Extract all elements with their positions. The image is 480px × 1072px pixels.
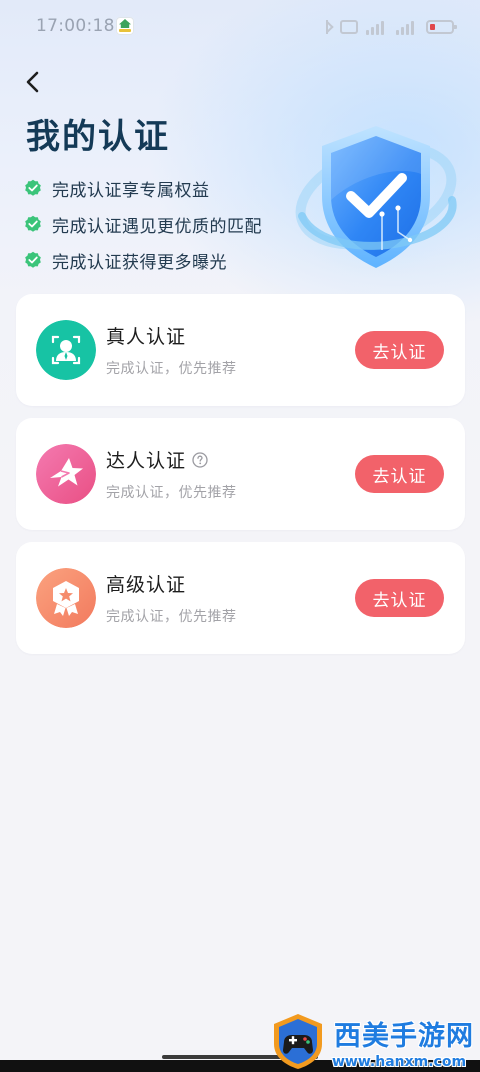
benefit-item: 完成认证享专属权益 bbox=[24, 170, 262, 206]
help-icon[interactable] bbox=[192, 451, 208, 468]
back-button[interactable] bbox=[16, 64, 52, 100]
benefit-text: 完成认证获得更多曝光 bbox=[52, 252, 227, 273]
cert-title-row: 达人认证 bbox=[106, 446, 208, 473]
star-icon bbox=[36, 444, 96, 504]
signal-icon bbox=[396, 19, 418, 35]
signal-icon bbox=[366, 19, 388, 35]
chevron-left-icon bbox=[26, 71, 39, 93]
app-notification-icon bbox=[116, 17, 134, 35]
badge-icon bbox=[36, 568, 96, 628]
page-title: 我的认证 bbox=[26, 117, 170, 157]
cert-card-advanced: 高级认证 完成认证，优先推荐 去认证 bbox=[16, 542, 465, 654]
cert-subtitle: 完成认证，优先推荐 bbox=[106, 485, 237, 501]
watermark-name: 西美手游网 bbox=[334, 1021, 474, 1052]
benefits-list: 完成认证享专属权益 完成认证遇见更优质的匹配 完成认证获得更多曝光 bbox=[24, 170, 262, 278]
cert-title: 真人认证 bbox=[106, 326, 187, 348]
certification-list: 真人认证 完成认证，优先推荐 去认证 达人认证 完成认证，优先推荐 去认证 高级… bbox=[16, 294, 465, 666]
verify-button[interactable]: 去认证 bbox=[355, 331, 444, 369]
verify-button[interactable]: 去认证 bbox=[355, 579, 444, 617]
check-circle-icon bbox=[25, 215, 41, 232]
cert-title: 高级认证 bbox=[106, 574, 187, 596]
cert-subtitle: 完成认证，优先推荐 bbox=[106, 609, 237, 625]
benefit-text: 完成认证遇见更优质的匹配 bbox=[52, 216, 262, 237]
battery-icon bbox=[426, 20, 457, 34]
page: 17:00:18 我的认证 完成认证享专属权益 完成认证遇见更优质的匹配 完成认… bbox=[0, 0, 480, 1072]
benefit-item: 完成认证遇见更优质的匹配 bbox=[24, 206, 262, 242]
gamepad-logo-icon bbox=[274, 1014, 322, 1069]
benefit-item: 完成认证获得更多曝光 bbox=[24, 242, 262, 278]
bluetooth-icon bbox=[322, 19, 332, 35]
benefit-text: 完成认证享专属权益 bbox=[52, 180, 210, 201]
cert-title: 达人认证 bbox=[106, 450, 187, 472]
check-circle-icon bbox=[25, 251, 41, 268]
cert-subtitle: 完成认证，优先推荐 bbox=[106, 361, 237, 377]
status-bar: 17:00:18 bbox=[0, 0, 480, 56]
cert-title-row: 真人认证 bbox=[106, 322, 186, 349]
watermark-url: www.hanxm.com bbox=[332, 1054, 467, 1070]
cert-card-real-person: 真人认证 完成认证，优先推荐 去认证 bbox=[16, 294, 465, 406]
nfc-icon bbox=[340, 20, 358, 34]
person-verify-icon bbox=[36, 320, 96, 380]
cert-title-row: 高级认证 bbox=[106, 570, 186, 597]
verify-button[interactable]: 去认证 bbox=[355, 455, 444, 493]
watermark: 西美手游网 www.hanxm.com bbox=[268, 1008, 480, 1072]
status-time: 17:00:18 bbox=[36, 16, 115, 36]
check-circle-icon bbox=[25, 179, 41, 196]
shield-illustration bbox=[286, 114, 466, 278]
cert-card-expert: 达人认证 完成认证，优先推荐 去认证 bbox=[16, 418, 465, 530]
status-icons bbox=[322, 18, 457, 36]
